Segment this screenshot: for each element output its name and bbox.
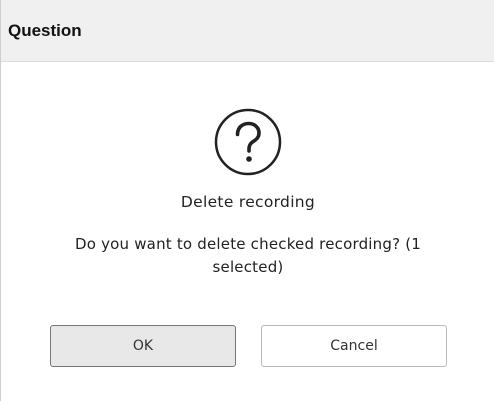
dialog-message: Do you want to delete checked recording?…	[74, 235, 422, 276]
question-circle-icon	[214, 108, 282, 176]
dialog-heading: Delete recording	[180, 193, 316, 211]
dialog-title: Question	[8, 20, 82, 40]
cancel-button[interactable]: Cancel	[261, 325, 447, 367]
icon-container	[1, 107, 494, 177]
question-dialog: Question Delete recording Do you want to…	[0, 0, 494, 401]
dialog-titlebar[interactable]: Question	[1, 0, 494, 62]
ok-button[interactable]: OK	[50, 325, 236, 367]
